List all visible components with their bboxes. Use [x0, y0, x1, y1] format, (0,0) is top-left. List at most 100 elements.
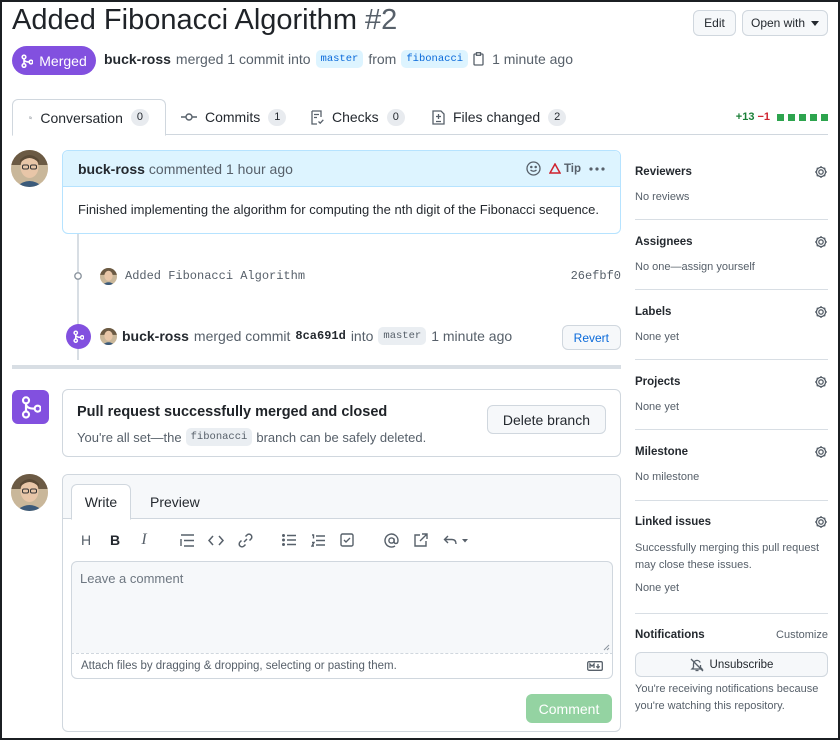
avatar[interactable] — [100, 327, 117, 345]
resize-handle-icon[interactable] — [603, 644, 610, 651]
avatar[interactable] — [11, 150, 48, 187]
sidebar-reviewers-title: Reviewers — [635, 166, 692, 178]
markdown-toolbar: H B I — [71, 529, 611, 551]
diffstat-block — [821, 113, 828, 121]
delete-branch-button[interactable]: Delete branch — [486, 405, 606, 434]
merge-time[interactable]: 1 minute ago — [431, 328, 512, 344]
sidebar-divider — [635, 359, 828, 360]
sidebar-projects-title: Projects — [635, 376, 681, 388]
comment-discussion-icon — [29, 116, 33, 119]
gear-icon[interactable] — [814, 375, 828, 389]
sidebar-labels-title: Labels — [635, 306, 672, 318]
code-icon[interactable] — [205, 529, 227, 551]
merge-author-link[interactable]: buck-ross — [122, 328, 189, 344]
sidebar-assignees-value[interactable]: No one—assign yourself — [635, 261, 755, 273]
pr-tabs: Conversation 0 Commits 1 Checks 0 Files … — [12, 99, 828, 136]
heading-glyph: H — [80, 532, 92, 548]
customize-link[interactable]: Customize — [776, 629, 828, 641]
mention-icon[interactable] — [380, 529, 402, 551]
tab-commits[interactable]: Commits 1 — [181, 99, 287, 135]
state-label: Merged — [39, 52, 87, 69]
tab-commits-count: 1 — [268, 108, 287, 126]
merge-text: merged 1 commit into — [175, 51, 311, 67]
task-list-icon[interactable] — [336, 529, 358, 551]
markdown-icon[interactable] — [587, 661, 603, 671]
tab-preview[interactable]: Preview — [150, 484, 200, 520]
gear-icon[interactable] — [814, 305, 828, 319]
commit-message-link[interactable]: Added Fibonacci Algorithm — [125, 269, 305, 283]
tab-conversation-count: 0 — [130, 109, 149, 126]
merged-state-badge: Merged — [12, 46, 96, 75]
attach-files-bar[interactable]: Attach files by dragging & dropping, sel… — [71, 653, 613, 679]
caret-down-icon — [811, 20, 820, 26]
checklist-icon — [311, 109, 324, 125]
comment-placeholder: Leave a comment — [80, 571, 184, 586]
tab-checks[interactable]: Checks 0 — [311, 99, 405, 135]
gear-icon[interactable] — [814, 445, 828, 459]
attach-text: Attach files by dragging & dropping, sel… — [81, 660, 397, 672]
git-merge-icon — [21, 396, 41, 419]
gear-icon[interactable] — [814, 515, 828, 529]
diffstat-added: +13 — [735, 111, 755, 123]
commit-sha-link[interactable]: 26efbf0 — [571, 269, 621, 283]
sidebar-assignees-title: Assignees — [635, 236, 693, 248]
copy-icon[interactable] — [473, 52, 484, 66]
bold-icon[interactable]: B — [104, 529, 126, 551]
merge-commit-sha[interactable]: 8ca691d — [295, 329, 345, 343]
pr-number: #2 — [365, 4, 398, 36]
header-actions: Edit Open with — [693, 10, 828, 36]
merged-branch-pill[interactable]: fibonacci — [185, 428, 253, 446]
italic-icon[interactable]: I — [133, 529, 155, 551]
tab-commits-label: Commits — [205, 109, 261, 125]
reply-icon[interactable] — [441, 529, 471, 551]
heading-icon[interactable]: H — [75, 529, 97, 551]
linked-issues-note: Successfully merging this pull request m… — [635, 542, 820, 571]
unordered-list-icon[interactable] — [278, 529, 300, 551]
open-with-button[interactable]: Open with — [742, 10, 828, 36]
pr-author-link[interactable]: buck-ross — [104, 51, 171, 67]
comment-textarea[interactable]: Leave a comment — [71, 561, 613, 653]
comment-timestamp[interactable]: commented 1 hour ago — [149, 161, 293, 177]
tab-conversation[interactable]: Conversation 0 — [12, 99, 166, 136]
gear-icon[interactable] — [814, 235, 828, 249]
edit-button[interactable]: Edit — [693, 10, 736, 36]
head-branch-pill[interactable]: fibonacci — [401, 50, 469, 68]
avatar[interactable] — [100, 267, 117, 285]
notifications-note: You're receiving notifications because y… — [635, 683, 819, 712]
merged-status-icon — [12, 390, 49, 424]
merge-event-text: merged commit — [193, 328, 291, 344]
unsubscribe-button[interactable]: Unsubscribe — [635, 652, 828, 677]
cross-reference-icon[interactable] — [409, 529, 431, 551]
link-icon[interactable] — [234, 529, 256, 551]
warning-triangle-icon — [548, 163, 561, 174]
merge-status-desc: You're all set—the fibonacci branch can … — [77, 428, 426, 446]
tip-button[interactable]: Tip — [548, 163, 581, 175]
comment-composer: Write Preview H B I Leave a comment Atta… — [62, 474, 621, 732]
diffstat[interactable]: +13 −1 — [736, 111, 828, 123]
smiley-icon[interactable] — [526, 161, 541, 176]
kebab-horizontal-icon[interactable] — [589, 166, 605, 171]
timeline-divider — [12, 365, 621, 369]
git-merge-icon — [73, 329, 84, 343]
comment-author-link[interactable]: buck-ross — [78, 161, 145, 177]
tab-write[interactable]: Write — [71, 484, 131, 520]
diffstat-removed: −1 — [757, 111, 770, 123]
avatar[interactable] — [11, 474, 48, 511]
merge-branch-pill[interactable]: master — [378, 327, 427, 345]
gear-icon[interactable] — [814, 165, 828, 179]
revert-button[interactable]: Revert — [561, 325, 621, 350]
tab-files-changed-count: 2 — [548, 108, 567, 126]
comment-submit-button[interactable]: Comment — [526, 694, 612, 723]
sidebar-reviewers-value: No reviews — [635, 191, 690, 203]
quote-icon[interactable] — [176, 529, 198, 551]
base-branch-pill[interactable]: master — [315, 50, 364, 68]
diffstat-block — [777, 113, 784, 121]
git-merge-icon — [21, 53, 34, 68]
sidebar-divider — [635, 613, 828, 614]
bold-glyph: B — [109, 532, 121, 548]
diffstat-block — [799, 113, 806, 121]
ordered-list-icon[interactable] — [307, 529, 329, 551]
git-commit-icon — [74, 272, 82, 280]
open-with-label: Open with — [750, 16, 806, 30]
tab-files-changed[interactable]: Files changed 2 — [432, 99, 567, 135]
